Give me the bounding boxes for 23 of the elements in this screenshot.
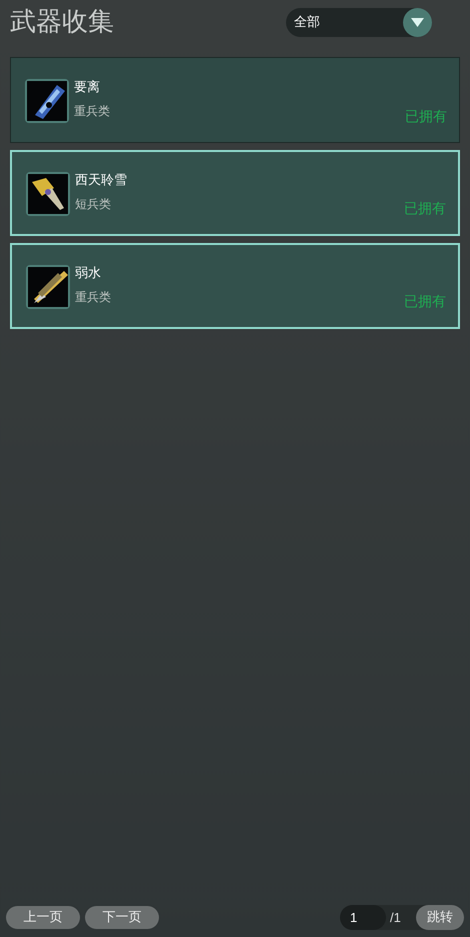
owned-status: 已拥有 <box>404 200 446 219</box>
page-number-field[interactable]: 1 <box>340 905 386 930</box>
weapon-card[interactable]: 要离 重兵类 已拥有 <box>10 57 460 143</box>
owned-status: 已拥有 <box>404 293 446 312</box>
weapon-name: 西天聆雪 <box>75 172 127 190</box>
weapon-category: 重兵类 <box>74 102 110 120</box>
weapon-card[interactable]: 弱水 重兵类 已拥有 <box>10 243 460 329</box>
weapon-icon <box>26 172 70 216</box>
weapon-name: 弱水 <box>75 265 102 284</box>
owned-status: 已拥有 <box>405 108 447 127</box>
weapon-card[interactable]: 西天聆雪 短兵类 已拥有 <box>10 150 460 236</box>
weapon-category: 重兵类 <box>75 288 111 306</box>
page-title: 武器收集 <box>10 6 114 39</box>
weapon-icon <box>26 265 70 309</box>
jump-button[interactable]: 跳转 <box>416 905 464 930</box>
weapon-category: 短兵类 <box>75 196 112 213</box>
page-total: /1 <box>389 908 402 927</box>
filter-dropdown[interactable]: 全部 <box>286 8 432 37</box>
next-page-button[interactable]: 下一页 <box>85 906 159 929</box>
weapon-name: 要离 <box>74 79 101 98</box>
filter-value: 全部 <box>293 14 321 32</box>
weapon-icon <box>25 79 69 123</box>
previous-page-button[interactable]: 上一页 <box>6 906 80 929</box>
